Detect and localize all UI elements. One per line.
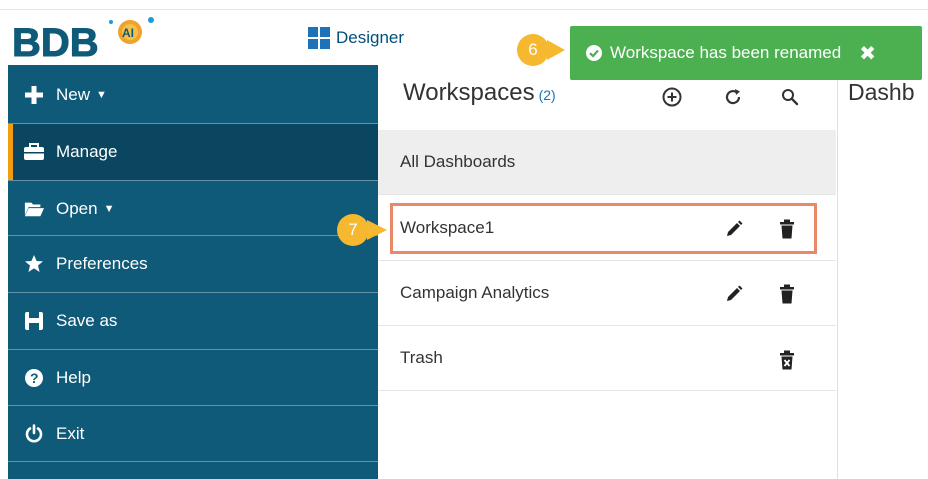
sidebar-item-label: Help — [56, 368, 91, 387]
logo-text: BDB — [12, 21, 99, 62]
check-circle-icon — [586, 45, 602, 61]
step-marker-6: 6 — [513, 30, 573, 70]
workspaces-panel: Workspaces(2) All Dashboards Workspace1 — [378, 65, 838, 479]
workspace-row-trash[interactable]: Trash — [378, 326, 836, 391]
marker-number: 6 — [528, 40, 538, 59]
briefcase-icon — [24, 142, 44, 162]
sidebar-divider — [8, 461, 378, 462]
logo-badge: AI — [122, 26, 134, 40]
power-icon — [24, 424, 44, 444]
plus-icon — [24, 85, 44, 105]
sidebar-item-open[interactable]: Open ▼ — [8, 181, 378, 237]
sidebar-item-manage[interactable]: Manage — [8, 124, 378, 180]
svg-text:?: ? — [30, 370, 39, 386]
sidebar-item-label: Open — [56, 199, 98, 218]
workspace-row-all-dashboards[interactable]: All Dashboards — [378, 130, 836, 195]
workspace-row-campaign-analytics[interactable]: Campaign Analytics — [378, 261, 836, 326]
star-icon — [24, 254, 44, 274]
edit-icon[interactable] — [723, 283, 745, 305]
sidebar: New ▼ Manage Open ▼ Preferences Save as … — [8, 65, 378, 479]
designer-link[interactable]: Designer — [308, 26, 404, 50]
save-icon — [24, 311, 44, 331]
sidebar-item-preferences[interactable]: Preferences — [8, 236, 378, 292]
trash-empty-icon[interactable] — [776, 349, 798, 371]
caret-down-icon: ▼ — [103, 203, 115, 215]
step-marker-7: 7 — [333, 210, 393, 250]
top-divider — [0, 9, 928, 10]
sidebar-item-label: Preferences — [56, 254, 148, 273]
sidebar-item-help[interactable]: ? Help — [8, 350, 378, 406]
close-icon[interactable]: ✖ — [859, 41, 876, 66]
add-workspace-icon[interactable] — [660, 85, 684, 109]
workspaces-title: Workspaces — [403, 79, 535, 106]
dashboards-title: Dashb — [848, 79, 915, 105]
panel-title: Workspaces (2) — [403, 79, 556, 107]
workspace-count: (2) — [538, 87, 556, 103]
sidebar-item-new[interactable]: New ▼ — [8, 67, 378, 123]
sidebar-item-label: Manage — [56, 142, 118, 161]
workspace-highlight-box — [390, 203, 817, 254]
sidebar-item-exit[interactable]: Exit — [8, 406, 378, 462]
folder-open-icon — [24, 199, 44, 219]
toast-message: Workspace has been renamed — [610, 43, 842, 62]
toast-notification: Workspace has been renamed ✖ — [570, 26, 922, 80]
search-icon[interactable] — [778, 85, 802, 109]
sidebar-item-save-as[interactable]: Save as — [8, 293, 378, 349]
refresh-icon[interactable] — [721, 85, 745, 109]
grid-icon — [308, 27, 330, 49]
sidebar-item-label: New — [56, 85, 91, 104]
sidebar-item-label: Exit — [56, 424, 85, 443]
bdb-logo[interactable]: BDB AI — [10, 14, 160, 62]
sidebar-item-label: Save as — [56, 311, 118, 330]
designer-label: Designer — [336, 28, 405, 47]
workspace-label: Trash — [400, 348, 443, 367]
help-circle-icon: ? — [24, 368, 44, 388]
app-window: BDB AI Designer New ▼ Manage Open ▼ Pref… — [0, 0, 928, 479]
marker-number: 7 — [348, 220, 358, 239]
delete-icon[interactable] — [776, 283, 798, 305]
workspace-label: Campaign Analytics — [400, 283, 550, 302]
caret-down-icon: ▼ — [96, 89, 107, 101]
workspace-label: All Dashboards — [400, 152, 516, 171]
